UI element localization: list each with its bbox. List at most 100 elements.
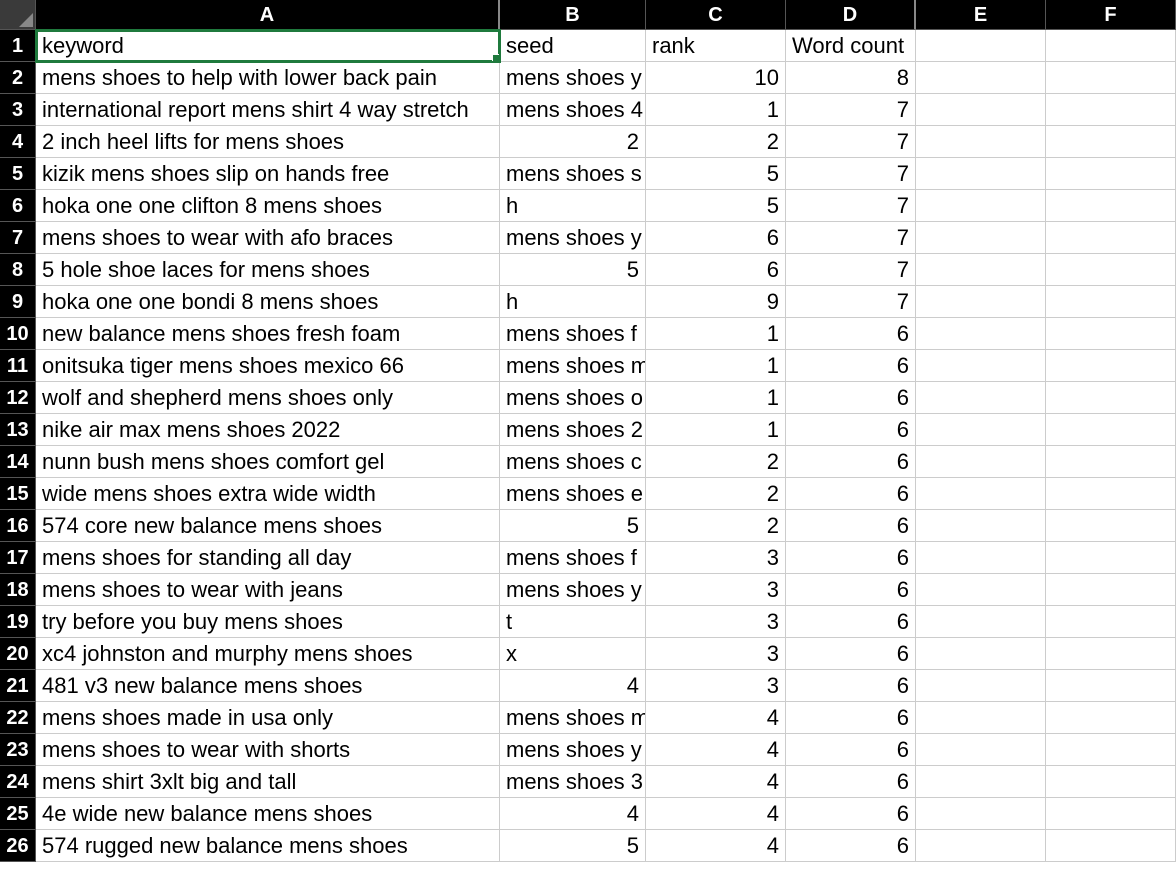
cell-B[interactable]: 5: [500, 254, 646, 286]
cell-F[interactable]: [1046, 734, 1176, 766]
cell-C[interactable]: 3: [646, 574, 786, 606]
cell-C[interactable]: 4: [646, 830, 786, 862]
cell-F[interactable]: [1046, 670, 1176, 702]
cell-C[interactable]: 5: [646, 190, 786, 222]
cell-D[interactable]: 7: [786, 222, 916, 254]
cell-B[interactable]: mens shoes s: [500, 158, 646, 190]
cell-E[interactable]: [916, 254, 1046, 286]
cell-E[interactable]: [916, 638, 1046, 670]
row-header[interactable]: 7: [0, 222, 36, 254]
cell-E[interactable]: [916, 222, 1046, 254]
cell-F[interactable]: [1046, 190, 1176, 222]
cell-E[interactable]: [916, 574, 1046, 606]
cell-C[interactable]: 4: [646, 734, 786, 766]
col-header-A[interactable]: A: [36, 0, 500, 30]
row-header[interactable]: 14: [0, 446, 36, 478]
cell-D[interactable]: 6: [786, 766, 916, 798]
cell-C[interactable]: 4: [646, 702, 786, 734]
cell-A[interactable]: nunn bush mens shoes comfort gel: [36, 446, 500, 478]
col-header-F[interactable]: F: [1046, 0, 1176, 30]
row-header[interactable]: 20: [0, 638, 36, 670]
cell-F[interactable]: [1046, 414, 1176, 446]
cell-D[interactable]: 6: [786, 382, 916, 414]
cell-B[interactable]: 4: [500, 798, 646, 830]
cell-D[interactable]: 7: [786, 158, 916, 190]
cell-D[interactable]: 6: [786, 574, 916, 606]
cell-E[interactable]: [916, 798, 1046, 830]
cell-B[interactable]: x: [500, 638, 646, 670]
cell-A[interactable]: onitsuka tiger mens shoes mexico 66: [36, 350, 500, 382]
row-header[interactable]: 5: [0, 158, 36, 190]
cell-A[interactable]: 481 v3 new balance mens shoes: [36, 670, 500, 702]
cell-A[interactable]: kizik mens shoes slip on hands free: [36, 158, 500, 190]
cell-D[interactable]: 6: [786, 350, 916, 382]
cell-A[interactable]: mens shoes to wear with shorts: [36, 734, 500, 766]
cell-A[interactable]: 4e wide new balance mens shoes: [36, 798, 500, 830]
row-header[interactable]: 11: [0, 350, 36, 382]
cell-C[interactable]: 3: [646, 606, 786, 638]
cell-B[interactable]: h: [500, 286, 646, 318]
cell-D[interactable]: 6: [786, 478, 916, 510]
cell-C[interactable]: 1: [646, 414, 786, 446]
cell-D[interactable]: 8: [786, 62, 916, 94]
row-header[interactable]: 3: [0, 94, 36, 126]
cell-A[interactable]: wolf and shepherd mens shoes only: [36, 382, 500, 414]
row-header[interactable]: 15: [0, 478, 36, 510]
cell-F[interactable]: [1046, 606, 1176, 638]
cell-A[interactable]: wide mens shoes extra wide width: [36, 478, 500, 510]
cell-E[interactable]: [916, 510, 1046, 542]
cell-F[interactable]: [1046, 542, 1176, 574]
cell-A[interactable]: xc4 johnston and murphy mens shoes: [36, 638, 500, 670]
row-header[interactable]: 6: [0, 190, 36, 222]
cell-E[interactable]: [916, 446, 1046, 478]
cell-B[interactable]: mens shoes y: [500, 734, 646, 766]
cell-E[interactable]: [916, 830, 1046, 862]
cell-C[interactable]: 3: [646, 638, 786, 670]
cell-F[interactable]: [1046, 382, 1176, 414]
cell-B[interactable]: mens shoes m: [500, 350, 646, 382]
row-header[interactable]: 8: [0, 254, 36, 286]
cell-F[interactable]: [1046, 446, 1176, 478]
row-header[interactable]: 26: [0, 830, 36, 862]
cell-E[interactable]: [916, 606, 1046, 638]
cell-B[interactable]: mens shoes y: [500, 574, 646, 606]
row-header-1[interactable]: 1: [0, 30, 36, 62]
cell-A1[interactable]: keyword: [36, 30, 500, 62]
cell-D[interactable]: 6: [786, 606, 916, 638]
row-header[interactable]: 25: [0, 798, 36, 830]
cell-E[interactable]: [916, 190, 1046, 222]
cell-D[interactable]: 7: [786, 254, 916, 286]
row-header[interactable]: 18: [0, 574, 36, 606]
row-header[interactable]: 12: [0, 382, 36, 414]
cell-E[interactable]: [916, 382, 1046, 414]
cell-A[interactable]: mens shoes made in usa only: [36, 702, 500, 734]
cell-F[interactable]: [1046, 702, 1176, 734]
cell-C[interactable]: 1: [646, 350, 786, 382]
cell-C[interactable]: 2: [646, 510, 786, 542]
row-header[interactable]: 10: [0, 318, 36, 350]
cell-C[interactable]: 6: [646, 254, 786, 286]
cell-A[interactable]: 2 inch heel lifts for mens shoes: [36, 126, 500, 158]
cell-A[interactable]: nike air max mens shoes 2022: [36, 414, 500, 446]
cell-F[interactable]: [1046, 222, 1176, 254]
cell-B[interactable]: 5: [500, 830, 646, 862]
cell-B[interactable]: mens shoes o: [500, 382, 646, 414]
cell-B[interactable]: mens shoes y: [500, 222, 646, 254]
cell-A[interactable]: mens shoes to help with lower back pain: [36, 62, 500, 94]
cell-B[interactable]: 2: [500, 126, 646, 158]
cell-C[interactable]: 4: [646, 766, 786, 798]
cell-F[interactable]: [1046, 94, 1176, 126]
cell-C1[interactable]: rank: [646, 30, 786, 62]
cell-E[interactable]: [916, 702, 1046, 734]
cell-A[interactable]: mens shoes for standing all day: [36, 542, 500, 574]
cell-C[interactable]: 3: [646, 542, 786, 574]
col-header-D[interactable]: D: [786, 0, 916, 30]
cell-E[interactable]: [916, 478, 1046, 510]
cell-D[interactable]: 6: [786, 510, 916, 542]
cell-B[interactable]: mens shoes 4: [500, 94, 646, 126]
cell-C[interactable]: 6: [646, 222, 786, 254]
cell-F[interactable]: [1046, 510, 1176, 542]
cell-E1[interactable]: [916, 30, 1046, 62]
cell-D[interactable]: 6: [786, 670, 916, 702]
cell-B[interactable]: mens shoes 2: [500, 414, 646, 446]
